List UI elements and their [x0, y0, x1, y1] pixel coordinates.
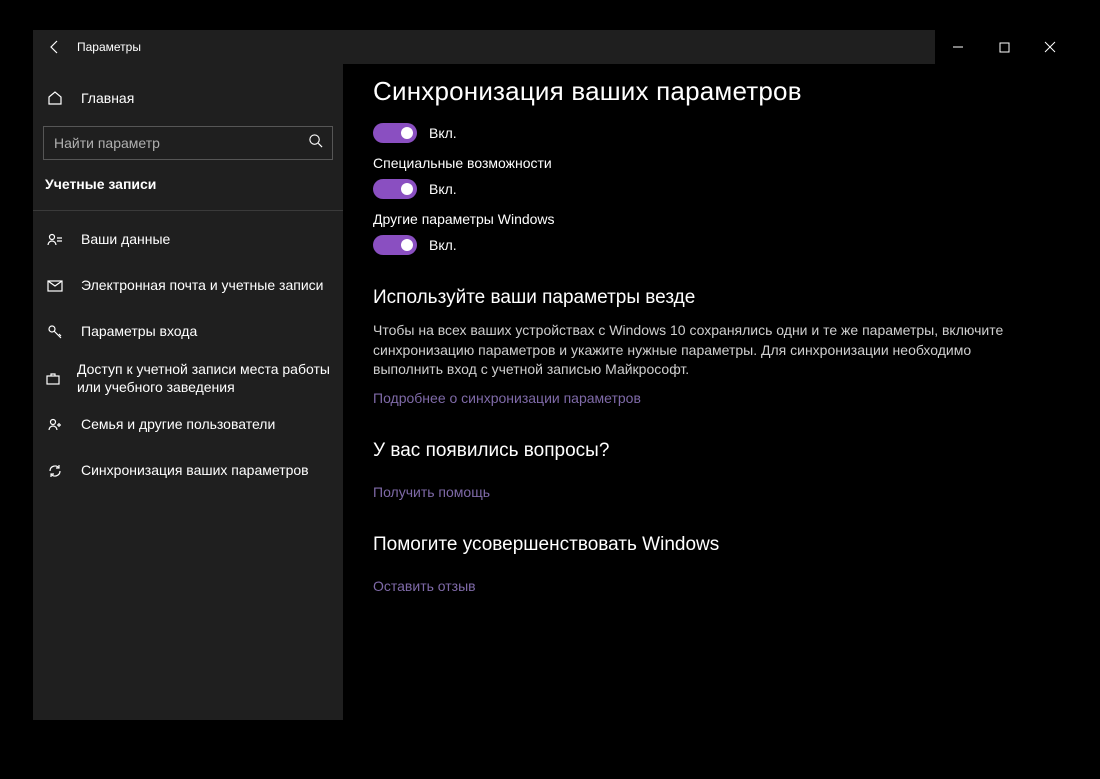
toggle-switch[interactable]: [373, 179, 417, 199]
toggle-state: Вкл.: [429, 237, 457, 253]
toggle-switch[interactable]: [373, 123, 417, 143]
sidebar-item-label: Параметры входа: [81, 323, 197, 341]
window-controls: [935, 30, 1073, 64]
search-wrap: [43, 126, 333, 160]
briefcase-icon: [45, 371, 61, 387]
window-title: Параметры: [77, 40, 141, 54]
close-button[interactable]: [1027, 30, 1073, 64]
people-icon: [45, 417, 65, 433]
sidebar-item-sync[interactable]: Синхронизация ваших параметров: [33, 448, 343, 494]
toggle-group: Другие параметры Windows Вкл.: [373, 211, 1043, 255]
maximize-button[interactable]: [981, 30, 1027, 64]
home-icon: [45, 90, 65, 106]
page-title: Синхронизация ваших параметров: [373, 76, 1043, 107]
sync-icon: [45, 463, 65, 479]
toggle-group: Вкл.: [373, 123, 1043, 143]
sidebar-item-label: Доступ к учетной записи места работы или…: [77, 361, 331, 396]
search-icon: [308, 133, 323, 153]
toggle-label: Специальные возможности: [373, 155, 1043, 171]
learn-more-link[interactable]: Подробнее о синхронизации параметров: [373, 390, 641, 406]
section-heading-questions: У вас появились вопросы?: [373, 440, 1043, 462]
sidebar-item-family[interactable]: Семья и другие пользователи: [33, 402, 343, 448]
person-icon: [45, 232, 65, 248]
sidebar-item-your-info[interactable]: Ваши данные: [33, 217, 343, 263]
window-body: Главная Учетные записи Ваши данны: [33, 64, 1073, 720]
section-text: Чтобы на всех ваших устройствах с Window…: [373, 321, 1043, 380]
toggle-switch[interactable]: [373, 235, 417, 255]
sidebar-home[interactable]: Главная: [33, 78, 343, 118]
toggle-row: Вкл.: [373, 179, 1043, 199]
sidebar-item-label: Ваши данные: [81, 231, 170, 249]
mail-icon: [45, 278, 65, 294]
minimize-button[interactable]: [935, 30, 981, 64]
sidebar-item-label: Электронная почта и учетные записи: [81, 277, 323, 295]
sidebar-divider: [33, 210, 343, 211]
content: Синхронизация ваших параметров Вкл. Спец…: [343, 64, 1073, 720]
key-icon: [45, 324, 65, 340]
toggle-state: Вкл.: [429, 125, 457, 141]
search-input[interactable]: [43, 126, 333, 160]
titlebar: Параметры: [33, 30, 1073, 64]
sidebar: Главная Учетные записи Ваши данны: [33, 64, 343, 720]
toggle-state: Вкл.: [429, 181, 457, 197]
toggle-row: Вкл.: [373, 235, 1043, 255]
toggle-row: Вкл.: [373, 123, 1043, 143]
sidebar-item-label: Синхронизация ваших параметров: [81, 462, 309, 480]
toggle-label: Другие параметры Windows: [373, 211, 1043, 227]
settings-window: Параметры Главная: [33, 30, 1073, 720]
sidebar-item-signin[interactable]: Параметры входа: [33, 309, 343, 355]
toggle-group: Специальные возможности Вкл.: [373, 155, 1043, 199]
sidebar-home-label: Главная: [81, 90, 134, 106]
section-heading-feedback: Помогите усовершенствовать Windows: [373, 534, 1043, 556]
sidebar-item-work-access[interactable]: Доступ к учетной записи места работы или…: [33, 355, 343, 402]
sidebar-item-label: Семья и другие пользователи: [81, 416, 275, 434]
feedback-link[interactable]: Оставить отзыв: [373, 578, 476, 594]
back-button[interactable]: [33, 30, 77, 64]
sidebar-section-title: Учетные записи: [33, 174, 343, 206]
sidebar-item-email[interactable]: Электронная почта и учетные записи: [33, 263, 343, 309]
get-help-link[interactable]: Получить помощь: [373, 484, 490, 500]
section-heading-use-everywhere: Используйте ваши параметры везде: [373, 287, 1043, 309]
